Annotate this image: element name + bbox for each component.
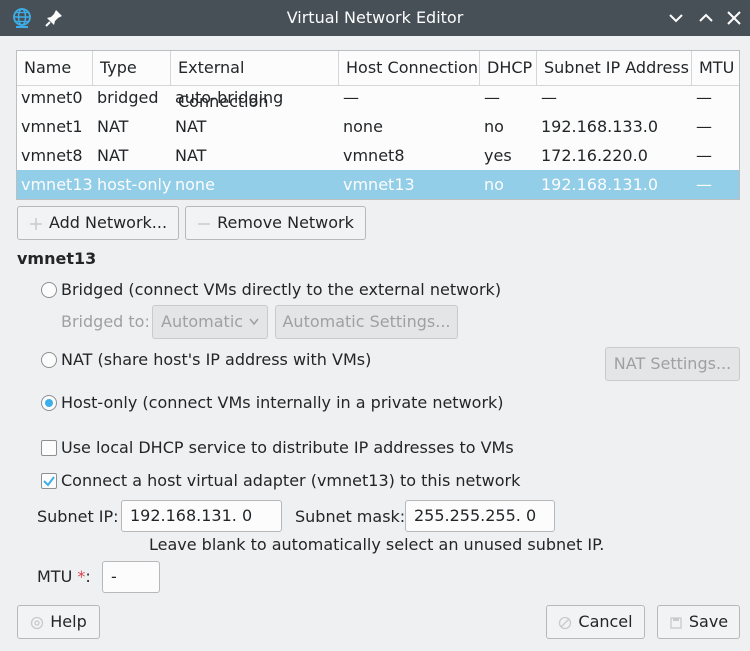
minimize-icon[interactable] [664, 6, 688, 30]
checkmark-icon [43, 476, 55, 487]
bridged-to-select[interactable]: Automatic [152, 305, 268, 339]
cell-type: NAT [97, 117, 129, 136]
bridged-to-value: Automatic [161, 312, 244, 331]
add-network-label: Add Network... [48, 213, 168, 232]
chevron-down-icon [249, 318, 259, 326]
cell-dhcp: yes [484, 146, 512, 165]
add-network-button[interactable]: Add Network... [17, 206, 179, 240]
cell-subnet: 172.16.220.0 [541, 146, 648, 165]
cancel-label: Cancel [578, 612, 633, 631]
host-only-radio[interactable] [41, 395, 57, 411]
cell-dhcp: no [484, 175, 504, 194]
help-label: Help [50, 612, 87, 631]
cell-host: — [343, 88, 359, 107]
mtu-input[interactable]: - [102, 561, 160, 593]
dhcp-checkbox[interactable] [41, 440, 57, 456]
cancel-button[interactable]: Cancel [546, 605, 645, 639]
cell-name: vmnet1 [21, 117, 83, 136]
mtu-colon: : [85, 567, 91, 586]
save-label: Save [688, 612, 729, 631]
column-header-mtu[interactable]: MTU [692, 51, 739, 85]
save-icon [670, 616, 682, 629]
mtu-label-text: MTU [37, 567, 73, 586]
nat-radio[interactable] [41, 352, 57, 368]
host-adapter-label: Connect a host virtual adapter (vmnet13)… [61, 471, 521, 490]
cell-host: vmnet8 [343, 146, 405, 165]
cell-type: bridged [97, 88, 159, 107]
cell-type: NAT [97, 146, 129, 165]
selected-network-heading: vmnet13 [17, 249, 97, 268]
cell-external: auto-bridging [175, 88, 284, 107]
cell-external: NAT [175, 146, 207, 165]
cell-type: host-only [97, 175, 172, 194]
bridged-radio[interactable] [41, 282, 57, 298]
table-row[interactable]: vmnet0 bridged auto-bridging — — — — [17, 83, 739, 112]
column-header-external[interactable]: External Connection [171, 51, 339, 111]
minus-icon [198, 222, 211, 225]
cell-subnet: 192.168.133.0 [541, 117, 659, 136]
table-row-selected[interactable]: vmnet13 host-only none vmnet13 no 192.16… [17, 170, 739, 199]
window-title: Virtual Network Editor [286, 8, 464, 27]
cell-name: vmnet0 [21, 88, 83, 107]
host-only-label: Host-only (connect VMs internally in a p… [61, 393, 504, 412]
cell-name: vmnet13 [21, 175, 93, 194]
dhcp-label: Use local DHCP service to distribute IP … [61, 438, 514, 457]
nat-label: NAT (share host's IP address with VMs) [61, 350, 372, 369]
cell-mtu: — [696, 175, 712, 194]
maximize-icon[interactable] [694, 6, 718, 30]
subnet-ip-input[interactable]: 192.168.131. 0 [121, 500, 282, 532]
help-button[interactable]: Help [17, 605, 100, 639]
title-bar: Virtual Network Editor [0, 0, 750, 36]
nat-settings-button[interactable]: NAT Settings... [605, 347, 740, 381]
cell-external: NAT [175, 117, 207, 136]
table-row[interactable]: vmnet1 NAT NAT none no 192.168.133.0 — [17, 112, 739, 141]
column-header-type[interactable]: Type [93, 51, 171, 85]
plus-icon [29, 217, 42, 230]
cell-dhcp: — [484, 88, 500, 107]
table-header: Name Type External Connection Host Conne… [17, 51, 739, 111]
bridged-to-label: Bridged to: [61, 312, 150, 331]
cell-dhcp: no [484, 117, 504, 136]
close-icon[interactable] [722, 6, 746, 30]
cell-mtu: — [696, 117, 712, 136]
subnet-ip-label: Subnet IP: [37, 507, 119, 526]
cell-subnet: — [541, 88, 557, 107]
table-row[interactable]: vmnet8 NAT NAT vmnet8 yes 172.16.220.0 — [17, 141, 739, 170]
host-adapter-checkbox[interactable] [41, 473, 57, 489]
subnet-mask-label: Subnet mask: [295, 507, 406, 526]
cell-host: vmnet13 [343, 175, 415, 194]
column-header-dhcp[interactable]: DHCP [480, 51, 537, 85]
bridged-label: Bridged (connect VMs directly to the ext… [61, 280, 502, 299]
remove-network-label: Remove Network [217, 213, 354, 232]
column-header-host[interactable]: Host Connection [339, 51, 480, 85]
save-button[interactable]: Save [657, 605, 740, 639]
cancel-icon [559, 616, 572, 629]
help-icon [31, 616, 44, 629]
remove-network-button[interactable]: Remove Network [185, 206, 366, 240]
cell-subnet: 192.168.131.0 [541, 175, 659, 194]
subnet-hint: Leave blank to automatically select an u… [149, 535, 605, 554]
cell-external: none [175, 175, 215, 194]
network-table: Name Type External Connection Host Conne… [16, 50, 740, 200]
subnet-mask-input[interactable]: 255.255.255. 0 [405, 500, 555, 532]
cell-mtu: — [696, 146, 712, 165]
mtu-label: MTU *: [37, 567, 91, 586]
cell-name: vmnet8 [21, 146, 83, 165]
cell-mtu: — [696, 88, 712, 107]
automatic-settings-button[interactable]: Automatic Settings... [275, 305, 458, 339]
column-header-subnet[interactable]: Subnet IP Address [537, 51, 692, 85]
column-header-name[interactable]: Name [17, 51, 93, 85]
cell-host: none [343, 117, 383, 136]
